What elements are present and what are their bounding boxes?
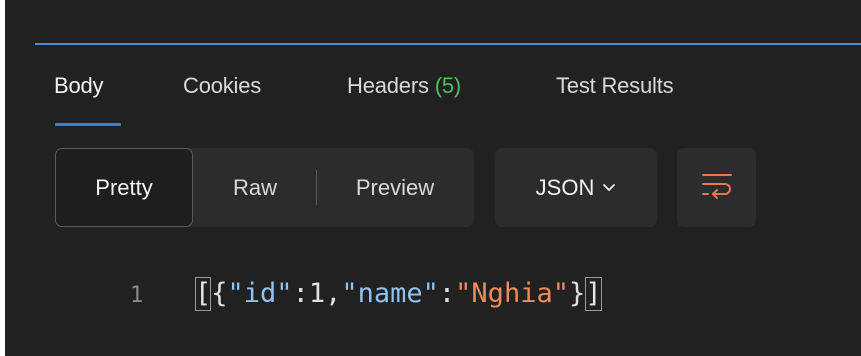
colon-1: : [292, 278, 309, 309]
pretty-button[interactable]: Pretty [55, 148, 193, 227]
tab-cookies-label: Cookies [183, 73, 262, 98]
line-number: 1 [130, 283, 144, 308]
colon-2: : [438, 278, 456, 309]
raw-button[interactable]: Raw [195, 148, 315, 227]
comma: , [325, 278, 342, 309]
panel-top-border [35, 43, 861, 45]
format-dropdown-value: JSON [535, 174, 595, 200]
wrap-lines-button[interactable] [677, 148, 756, 227]
json-value-id: 1 [308, 278, 326, 309]
tab-headers-label: Headers [347, 73, 429, 98]
response-panel: Body Cookies Headers (5) Test Results Pr… [5, 0, 861, 356]
close-bracket: ] [585, 277, 602, 311]
tab-test-results-label: Test Results [556, 73, 674, 98]
raw-button-label: Raw [232, 174, 277, 200]
open-bracket: [ [195, 277, 212, 311]
headers-count-badge: (5) [434, 73, 461, 98]
preview-button-label: Preview [355, 174, 435, 200]
response-body-code: [{"id":1,"name":"Nghia"}] [195, 277, 602, 311]
active-tab-indicator [55, 123, 121, 126]
pretty-button-label: Pretty [95, 174, 153, 200]
preview-button[interactable]: Preview [318, 148, 472, 227]
tab-body-label: Body [54, 73, 104, 98]
close-brace: } [568, 278, 586, 309]
view-mode-group: Pretty Raw Preview [55, 148, 474, 227]
open-brace: { [211, 278, 228, 309]
tab-test-results[interactable]: Test Results [556, 73, 674, 99]
tab-headers[interactable]: Headers (5) [347, 73, 461, 99]
format-dropdown[interactable]: JSON [495, 148, 657, 227]
json-key-id: "id" [227, 278, 293, 309]
json-value-name: "Nghia" [455, 278, 569, 309]
wrap-lines-icon [700, 170, 734, 205]
tab-cookies[interactable]: Cookies [183, 73, 261, 99]
tab-body[interactable]: Body [54, 73, 104, 99]
json-key-name: "name" [341, 278, 439, 309]
segment-divider [316, 170, 317, 205]
chevron-down-icon [602, 173, 616, 199]
